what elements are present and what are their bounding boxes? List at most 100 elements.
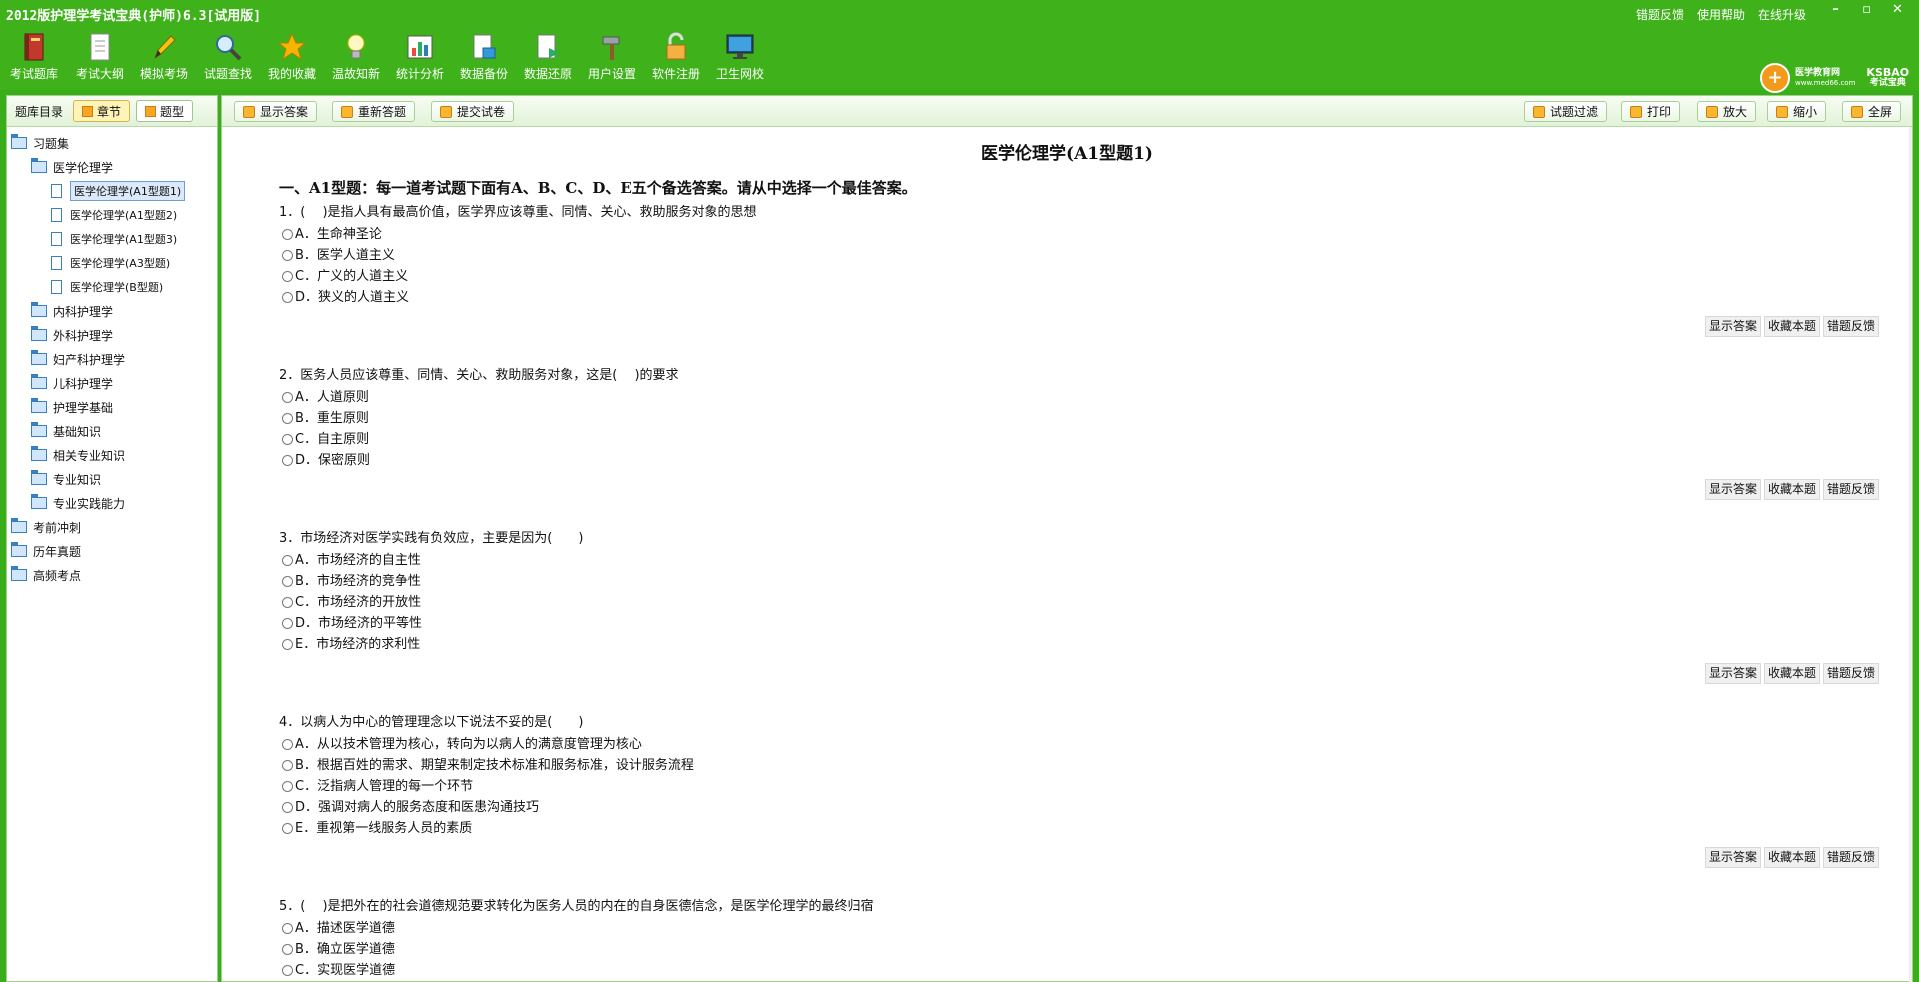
radio-button[interactable] <box>282 271 293 282</box>
zoom-in-button[interactable]: 放大 <box>1697 101 1757 122</box>
tree-node[interactable]: 专业实践能力 <box>7 491 217 515</box>
favorite-question-button[interactable]: 收藏本题 <box>1763 847 1820 868</box>
tree-node[interactable]: 儿科护理学 <box>7 371 217 395</box>
tree-node[interactable]: 相关专业知识 <box>7 443 217 467</box>
close-button[interactable]: ✕ <box>1882 0 1913 20</box>
answer-option[interactable]: A．描述医学道德 <box>279 918 1879 939</box>
toolbar-review-button[interactable]: 温故知新 <box>324 30 388 82</box>
toolbar-user-settings-button[interactable]: 用户设置 <box>580 30 644 82</box>
filter-button[interactable]: 试题过滤 <box>1524 101 1608 122</box>
radio-button[interactable] <box>282 292 293 303</box>
redo-button[interactable]: 重新答题 <box>332 101 416 122</box>
question-show-answer-button[interactable]: 显示答案 <box>1704 663 1761 684</box>
zoom-out-button[interactable]: 缩小 <box>1767 101 1827 122</box>
tree-node[interactable]: 基础知识 <box>7 419 217 443</box>
answer-option[interactable]: B．医学人道主义 <box>279 245 1879 266</box>
toolbar-restore-button[interactable]: 数据还原 <box>516 30 580 82</box>
tab-chapter[interactable]: 章节 <box>73 100 131 122</box>
answer-option[interactable]: B．根据百姓的需求、期望来制定技术标准和服务标准，设计服务流程 <box>279 755 1879 776</box>
tree-node[interactable]: 外科护理学 <box>7 323 217 347</box>
radio-button[interactable] <box>282 639 293 650</box>
radio-button[interactable] <box>282 802 293 813</box>
print-button[interactable]: 打印 <box>1621 101 1681 122</box>
radio-button[interactable] <box>282 944 293 955</box>
show-answer-button[interactable]: 显示答案 <box>234 101 318 122</box>
tree-node[interactable]: 医学伦理学(A1型题2) <box>7 203 217 227</box>
radio-button[interactable] <box>282 250 293 261</box>
toolbar-online-school-button[interactable]: 卫生网校 <box>708 30 772 82</box>
update-link[interactable]: 在线升级 <box>1758 6 1806 23</box>
tree-node[interactable]: 医学伦理学(A1型题1) <box>7 179 217 203</box>
answer-option[interactable]: D．市场经济的平等性 <box>279 613 1879 634</box>
answer-option[interactable]: A．人道原则 <box>279 387 1879 408</box>
answer-option[interactable]: C．自主原则 <box>279 429 1879 450</box>
fullscreen-button[interactable]: 全屏 <box>1842 101 1902 122</box>
radio-button[interactable] <box>282 576 293 587</box>
favorite-question-button[interactable]: 收藏本题 <box>1763 479 1820 500</box>
tree-node[interactable]: 习题集 <box>7 131 217 155</box>
favorite-question-button[interactable]: 收藏本题 <box>1763 663 1820 684</box>
tree-node[interactable]: 医学伦理学 <box>7 155 217 179</box>
answer-option[interactable]: A．从以技术管理为核心，转向为以病人的满意度管理为核心 <box>279 734 1879 755</box>
submit-paper-button[interactable]: 提交试卷 <box>431 101 515 122</box>
vertical-scrollbar[interactable] <box>1909 127 1912 982</box>
tree-node[interactable]: 考前冲刺 <box>7 515 217 539</box>
question-scroll-area[interactable]: 医学伦理学(A1型题1) 一、A1型题：每一道考试题下面有A、B、C、D、E五个… <box>222 127 1912 982</box>
error-report-button[interactable]: 错题反馈 <box>1822 316 1879 337</box>
feedback-link[interactable]: 错题反馈 <box>1636 6 1684 23</box>
toolbar-favorites-button[interactable]: 我的收藏 <box>260 30 324 82</box>
radio-button[interactable] <box>282 229 293 240</box>
error-report-button[interactable]: 错题反馈 <box>1822 847 1879 868</box>
tree-node[interactable]: 护理学基础 <box>7 395 217 419</box>
toolbar-search-button[interactable]: 试题查找 <box>196 30 260 82</box>
radio-button[interactable] <box>282 781 293 792</box>
radio-button[interactable] <box>282 555 293 566</box>
tree-node[interactable]: 医学伦理学(A1型题3) <box>7 227 217 251</box>
answer-option[interactable]: B．市场经济的竞争性 <box>279 571 1879 592</box>
answer-option[interactable]: B．确立医学道德 <box>279 939 1879 960</box>
error-report-button[interactable]: 错题反馈 <box>1822 479 1879 500</box>
answer-option[interactable]: C．市场经济的开放性 <box>279 592 1879 613</box>
radio-button[interactable] <box>282 597 293 608</box>
radio-button[interactable] <box>282 618 293 629</box>
toolbar-register-button[interactable]: 软件注册 <box>644 30 708 82</box>
question-show-answer-button[interactable]: 显示答案 <box>1704 479 1761 500</box>
tree-node[interactable]: 妇产科护理学 <box>7 347 217 371</box>
answer-option[interactable]: B．重生原则 <box>279 408 1879 429</box>
radio-button[interactable] <box>282 455 293 466</box>
answer-option[interactable]: E．市场经济的求利性 <box>279 634 1879 655</box>
radio-button[interactable] <box>282 392 293 403</box>
answer-option[interactable]: C．广义的人道主义 <box>279 266 1879 287</box>
question-show-answer-button[interactable]: 显示答案 <box>1704 316 1761 337</box>
tree-node[interactable]: 医学伦理学(B型题) <box>7 275 217 299</box>
answer-option[interactable]: A．市场经济的自主性 <box>279 550 1879 571</box>
tree-node[interactable]: 专业知识 <box>7 467 217 491</box>
tree-node[interactable]: 内科护理学 <box>7 299 217 323</box>
answer-option[interactable]: E．重视第一线服务人员的素质 <box>279 818 1879 839</box>
answer-option[interactable]: D．强调对病人的服务态度和医患沟通技巧 <box>279 797 1879 818</box>
toolbar-mock-exam-button[interactable]: 模拟考场 <box>132 30 196 82</box>
toolbar-statistics-button[interactable]: 统计分析 <box>388 30 452 82</box>
radio-button[interactable] <box>282 823 293 834</box>
toolbar-exam-bank-button[interactable]: 考试题库 <box>2 30 66 82</box>
answer-option[interactable]: D．保密原则 <box>279 450 1879 471</box>
answer-option[interactable]: C．泛指病人管理的每一个环节 <box>279 776 1879 797</box>
answer-option[interactable]: A．生命神圣论 <box>279 224 1879 245</box>
answer-option[interactable]: D．狭义的人道主义 <box>279 287 1879 308</box>
radio-button[interactable] <box>282 413 293 424</box>
toolbar-syllabus-button[interactable]: 考试大纲 <box>68 30 132 82</box>
error-report-button[interactable]: 错题反馈 <box>1822 663 1879 684</box>
answer-option[interactable]: C．实现医学道德 <box>279 960 1879 981</box>
minimize-button[interactable]: – <box>1820 0 1851 20</box>
radio-button[interactable] <box>282 760 293 771</box>
radio-button[interactable] <box>282 739 293 750</box>
toolbar-backup-button[interactable]: 数据备份 <box>452 30 516 82</box>
tree-node[interactable]: 医学伦理学(A3型题) <box>7 251 217 275</box>
radio-button[interactable] <box>282 923 293 934</box>
tab-question-type[interactable]: 题型 <box>136 100 194 122</box>
radio-button[interactable] <box>282 434 293 445</box>
restore-button[interactable]: ▫ <box>1851 0 1882 20</box>
tree-node[interactable]: 高频考点 <box>7 563 217 587</box>
favorite-question-button[interactable]: 收藏本题 <box>1763 316 1820 337</box>
help-link[interactable]: 使用帮助 <box>1697 6 1745 23</box>
